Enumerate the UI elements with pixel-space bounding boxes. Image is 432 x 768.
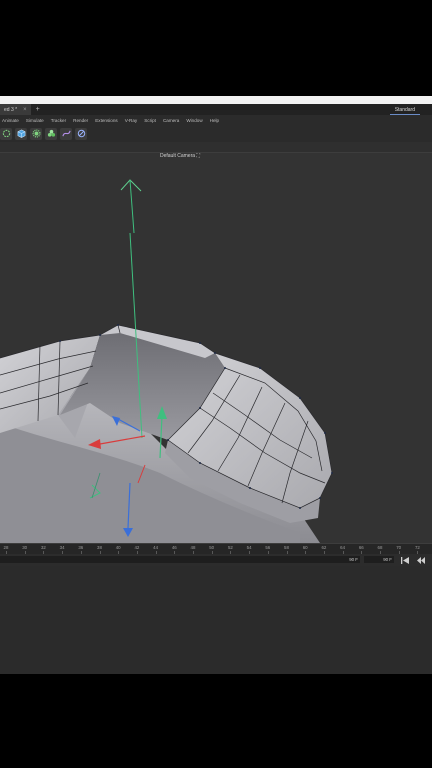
menu-simulate[interactable]: Simulate: [26, 118, 44, 123]
previous-key-button[interactable]: [416, 556, 426, 564]
lower-panel: [0, 566, 432, 674]
cinema4d-window: ed 3 * × + Standard Animate Simulate Tra…: [0, 104, 432, 674]
timeline-tick-label: 68: [377, 545, 383, 550]
timeline-tick-label: 40: [115, 545, 121, 550]
spline-icon[interactable]: [60, 127, 72, 140]
timeline-tick-label: 46: [171, 545, 177, 550]
timeline-tick-label: 28: [3, 545, 9, 550]
cluster-icon[interactable]: [45, 127, 57, 140]
timeline-tick-label: 30: [22, 545, 28, 550]
toolbar: [0, 125, 432, 142]
timeline-tick-label: 34: [59, 545, 65, 550]
menu-animate[interactable]: Animate: [2, 118, 19, 123]
document-tab[interactable]: ed 3 * ×: [0, 104, 31, 115]
document-tab-label: ed 3 *: [4, 106, 18, 113]
end-frame-field[interactable]: 90 F: [364, 556, 394, 563]
timeline-tick-label: 42: [134, 545, 140, 550]
menu-camera[interactable]: Camera: [163, 118, 179, 123]
step-back-icon: [417, 556, 425, 564]
go-to-start-button[interactable]: [400, 556, 410, 564]
cube-icon[interactable]: [15, 127, 27, 140]
timeline-tick-label: 56: [265, 545, 271, 550]
menu-tracker[interactable]: Tracker: [51, 118, 66, 123]
timeline-tick-label: 38: [97, 545, 102, 550]
layout-label: Standard: [394, 106, 415, 113]
menu-extensions[interactable]: Extensions: [95, 118, 117, 123]
menu-vray[interactable]: V-Ray: [125, 118, 138, 123]
menu-render[interactable]: Render: [73, 118, 88, 123]
timeline-tick-label: 66: [358, 545, 364, 550]
layout-selector[interactable]: Standard: [389, 105, 420, 115]
window-top-strip: [0, 96, 432, 104]
timeline-tick-label: 44: [153, 545, 159, 550]
scene-render[interactable]: [0, 153, 432, 543]
timeline-tick-label: 72: [414, 545, 420, 550]
document-tab-bar: ed 3 * × + Standard: [0, 104, 432, 115]
deformer-icon[interactable]: [75, 127, 87, 140]
gear-icon[interactable]: [30, 127, 42, 140]
menu-script[interactable]: Script: [144, 118, 156, 123]
transport-bar: 90 F 90 F: [0, 554, 432, 566]
3d-viewport[interactable]: Default Camera ⛶: [0, 153, 432, 543]
close-icon[interactable]: ×: [23, 107, 27, 113]
timeline-tick-label: 64: [340, 545, 346, 550]
menu-help[interactable]: Help: [210, 118, 219, 123]
skip-start-icon: [401, 556, 409, 564]
timeline-tick-label: 52: [227, 545, 233, 550]
timeline-tick-label: 54: [246, 545, 252, 550]
menu-window[interactable]: Window: [186, 118, 202, 123]
timeline-tick-label: 58: [284, 545, 289, 550]
timeline-tick-label: 62: [321, 545, 327, 550]
menu-bar: Animate Simulate Tracker Render Extensio…: [0, 115, 432, 125]
timeline-tick-label: 48: [190, 545, 196, 550]
timeline-tick-label: 32: [40, 545, 46, 550]
timeline-tick-label: 50: [209, 545, 215, 550]
timeline-tick-label: 36: [78, 545, 84, 550]
add-tab-icon[interactable]: +: [36, 106, 40, 113]
timeline-ruler[interactable]: 28 30 32 34 36 38 40 42 44 46 48 50 52 54 56 58 60 62 64 66…: [0, 543, 432, 554]
timeline-tick-label: 60: [302, 545, 308, 550]
loop-selection-icon[interactable]: [0, 127, 12, 140]
timeline-tick-label: 70: [396, 545, 402, 550]
start-frame-field[interactable]: 90 F: [0, 556, 360, 563]
